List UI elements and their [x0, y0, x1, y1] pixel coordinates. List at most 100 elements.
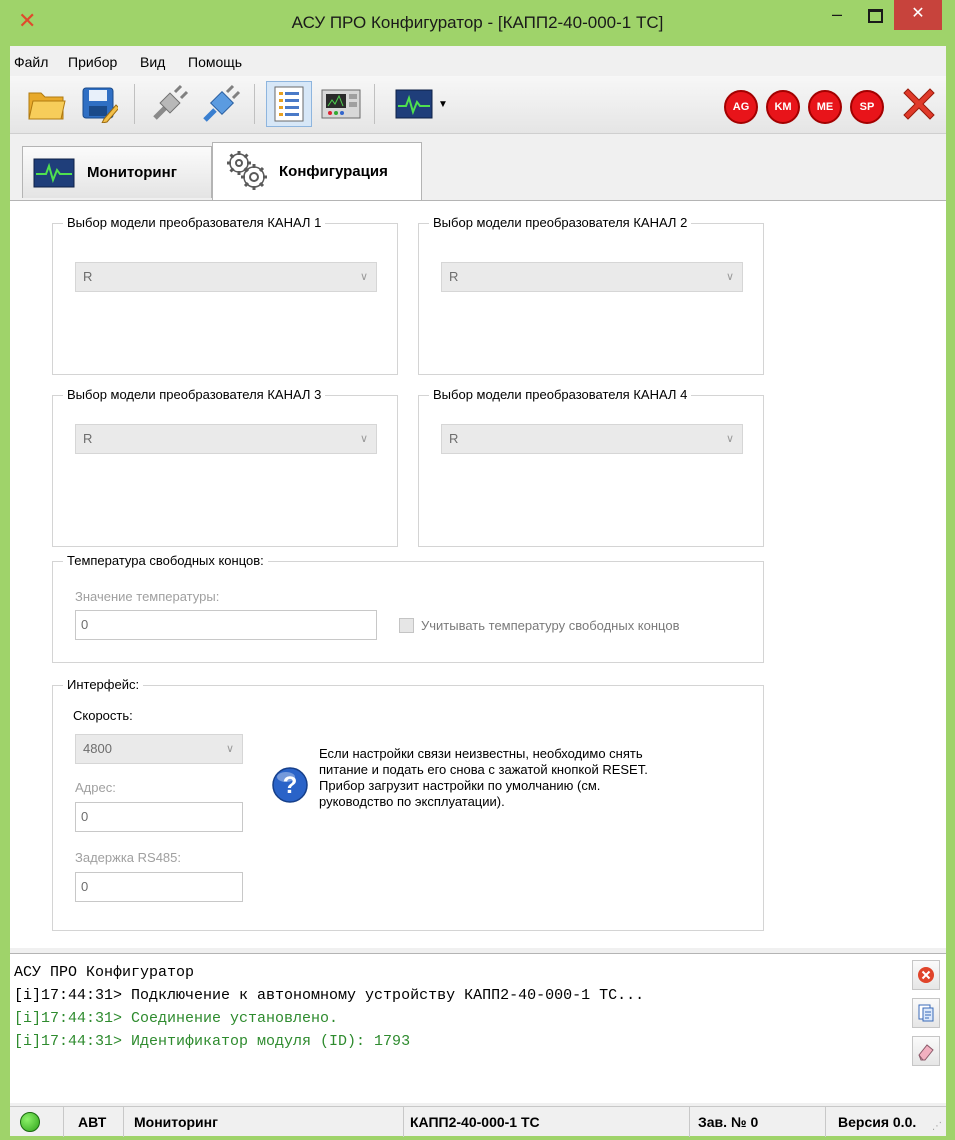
- status-indicator-me: ME: [808, 90, 842, 124]
- status-indicator-ag: AG: [724, 90, 758, 124]
- interface-group: Интерфейс: Скорость: 4800 ∨ Адрес: 0 Зад…: [52, 677, 764, 931]
- main-window: Файл Прибор Вид Помощь ▼ AG KM ME SP Мон…: [10, 46, 946, 1137]
- monitoring-dropdown-button[interactable]: ▼: [388, 81, 454, 127]
- tab-configuration[interactable]: Конфигурация: [212, 142, 422, 200]
- copy-log-icon: [918, 1004, 934, 1022]
- monitoring-icon: [33, 158, 75, 187]
- toolbar-separator: [254, 84, 255, 124]
- monitoring-graph-icon: [395, 89, 433, 119]
- menu-file[interactable]: Файл: [14, 54, 48, 70]
- toolbar-separator: [134, 84, 135, 124]
- close-window-button[interactable]: ✕: [894, 0, 942, 30]
- menu-help[interactable]: Помощь: [188, 54, 242, 70]
- open-folder-icon: [28, 92, 66, 120]
- channel-4-model-select[interactable]: R ∨: [441, 424, 743, 454]
- log-line: АСУ ПРО Конфигуратор: [14, 964, 195, 981]
- rs485-delay-label: Задержка RS485:: [75, 850, 181, 865]
- configuration-view-button[interactable]: [266, 81, 312, 127]
- help-text-line: руководство по эксплуатации).: [319, 794, 505, 809]
- channel-2-group: Выбор модели преобразователя КАНАЛ 2 R ∨: [418, 215, 764, 375]
- open-folder-button[interactable]: [24, 81, 70, 127]
- save-button[interactable]: [76, 81, 122, 127]
- channel-1-model-value: R: [83, 269, 93, 284]
- cold-junction-group: Температура свободных концов: Значение т…: [52, 553, 764, 663]
- erase-log-button[interactable]: [912, 1036, 940, 1066]
- cold-junction-checkbox-label: Учитывать температуру свободных концов: [421, 618, 680, 633]
- menu-bar: Файл Прибор Вид Помощь: [10, 46, 946, 76]
- title-bar: ✕ АСУ ПРО Конфигуратор - [КАПП2-40-000-1…: [0, 0, 955, 46]
- copy-log-button[interactable]: [912, 998, 940, 1028]
- log-line: [i]17:44:31> Подключение к автономному у…: [14, 987, 645, 1004]
- save-edit-icon: [82, 87, 118, 123]
- tab-monitoring-label: Мониторинг: [87, 164, 177, 181]
- eraser-icon: [918, 1044, 934, 1061]
- help-question-icon: ?: [272, 767, 308, 803]
- chevron-down-icon: ∨: [359, 433, 368, 445]
- chevron-down-icon: ∨: [725, 271, 734, 283]
- chevron-down-icon: ▼: [438, 98, 448, 110]
- channel-4-group: Выбор модели преобразователя КАНАЛ 4 R ∨: [418, 387, 764, 547]
- channel-2-model-select[interactable]: R ∨: [441, 262, 743, 292]
- error-clear-icon: [918, 967, 934, 983]
- toolbar: ▼ AG KM ME SP: [10, 76, 946, 134]
- channel-3-model-value: R: [83, 431, 93, 446]
- help-text-line: питание и подать его снова с зажатой кно…: [319, 762, 648, 777]
- tab-configuration-label: Конфигурация: [279, 163, 388, 180]
- svg-text:?: ?: [283, 772, 298, 799]
- clear-errors-button[interactable]: [912, 960, 940, 990]
- device-panel-icon: [321, 89, 361, 119]
- connection-status-cell: [10, 1107, 64, 1137]
- log-line: [i]17:44:31> Соединение установлено.: [14, 1010, 339, 1027]
- connection-led-icon: [20, 1112, 40, 1132]
- tab-monitoring[interactable]: Мониторинг: [22, 146, 212, 198]
- device-status: КАПП2-40-000-1 ТС: [404, 1107, 690, 1137]
- channel-3-model-select[interactable]: R ∨: [75, 424, 377, 454]
- channel-1-title: Выбор модели преобразователя КАНАЛ 1: [63, 215, 326, 230]
- speed-value: 4800: [83, 741, 112, 756]
- log-line: [i]17:44:31> Идентификатор модуля (ID): …: [14, 1033, 411, 1050]
- minimize-button[interactable]: –: [822, 4, 852, 28]
- help-text-line: Если настройки связи неизвестны, необход…: [319, 746, 643, 761]
- address-label: Адрес:: [75, 780, 116, 795]
- maximize-button[interactable]: [858, 4, 888, 28]
- connect-plug-icon: [203, 84, 241, 122]
- address-input[interactable]: 0: [75, 802, 243, 832]
- channel-4-model-value: R: [449, 431, 459, 446]
- channel-3-title: Выбор модели преобразователя КАНАЛ 3: [63, 387, 326, 402]
- toolbar-separator: [374, 84, 375, 124]
- configuration-panel: Выбор модели преобразователя КАНАЛ 1 R ∨…: [10, 200, 946, 948]
- menu-view[interactable]: Вид: [140, 54, 165, 70]
- status-indicator-sp: SP: [850, 90, 884, 124]
- device-panel-button[interactable]: [318, 81, 364, 127]
- speed-select[interactable]: 4800 ∨: [75, 734, 243, 764]
- resize-grip-icon[interactable]: ⋰: [932, 1122, 944, 1134]
- exit-button[interactable]: [896, 81, 942, 127]
- menu-device[interactable]: Прибор: [68, 54, 117, 70]
- help-text: Если настройки связи неизвестны, необход…: [319, 746, 648, 810]
- channel-2-model-value: R: [449, 269, 459, 284]
- disconnect-button[interactable]: [146, 81, 192, 127]
- temperature-value-input[interactable]: 0: [75, 610, 377, 640]
- cold-junction-title: Температура свободных концов:: [63, 553, 268, 568]
- disconnect-plug-icon: [153, 84, 189, 120]
- config-list-icon: [274, 86, 304, 122]
- channel-4-title: Выбор модели преобразователя КАНАЛ 4: [429, 387, 692, 402]
- gears-icon: [227, 150, 267, 190]
- status-bar: АВТ Мониторинг КАПП2-40-000-1 ТС Зав. № …: [10, 1106, 946, 1137]
- temperature-value-label: Значение температуры:: [75, 589, 220, 604]
- speed-label: Скорость:: [73, 708, 133, 723]
- interface-title: Интерфейс:: [63, 677, 144, 692]
- channel-2-title: Выбор модели преобразователя КАНАЛ 2: [429, 215, 692, 230]
- cold-junction-checkbox[interactable]: [399, 618, 414, 633]
- rs485-delay-input[interactable]: 0: [75, 872, 243, 902]
- version-status: Версия 0.0.: [838, 1114, 917, 1130]
- chevron-down-icon: ∨: [725, 433, 734, 445]
- chevron-down-icon: ∨: [225, 743, 234, 755]
- connect-button[interactable]: [198, 81, 244, 127]
- channel-3-group: Выбор модели преобразователя КАНАЛ 3 R ∨: [52, 387, 398, 547]
- tab-strip: Мониторинг Конфигурация: [10, 142, 946, 200]
- view-status: Мониторинг: [124, 1107, 404, 1137]
- mode-status: АВТ: [64, 1107, 124, 1137]
- channel-1-group: Выбор модели преобразователя КАНАЛ 1 R ∨: [52, 215, 398, 375]
- channel-1-model-select[interactable]: R ∨: [75, 262, 377, 292]
